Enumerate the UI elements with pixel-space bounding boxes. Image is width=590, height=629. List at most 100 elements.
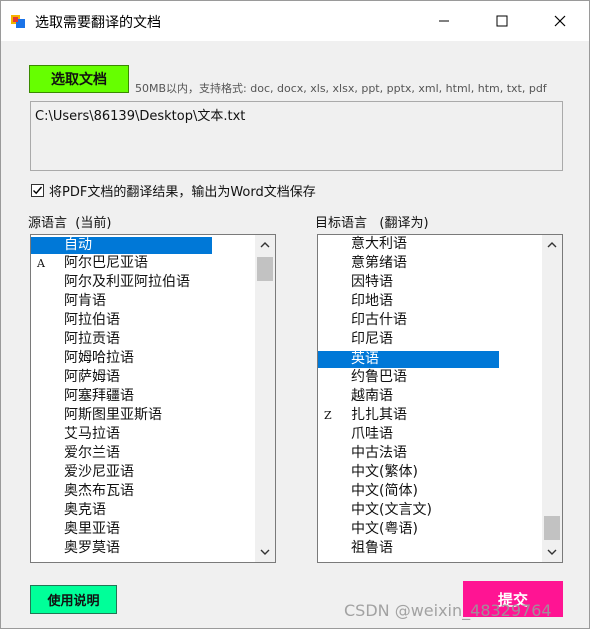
minimize-button[interactable]: [421, 1, 467, 41]
language-list-item[interactable]: 约鲁巴语: [318, 368, 543, 387]
close-icon: [554, 15, 566, 27]
language-list-item[interactable]: 阿肯语: [31, 292, 256, 311]
maximize-icon: [496, 15, 508, 27]
language-list-item[interactable]: 意大利语: [318, 235, 543, 254]
language-name: 中古法语: [351, 445, 407, 461]
language-name: 自动: [31, 237, 212, 254]
source-scroll-down-button[interactable]: [255, 542, 275, 562]
language-name: 阿拉贡语: [64, 331, 120, 347]
language-name: 英语: [318, 351, 499, 368]
language-list-item[interactable]: 奥里亚语: [31, 520, 256, 539]
target-scrollbar[interactable]: [542, 235, 562, 562]
select-document-button[interactable]: 选取文档: [29, 65, 129, 93]
language-name: 奥克语: [64, 502, 106, 518]
language-name: 奥杰布瓦语: [64, 483, 134, 499]
source-scroll-up-button[interactable]: [255, 235, 275, 255]
file-path-box[interactable]: C:\Users\86139\Desktop\文本.txt: [30, 101, 563, 171]
language-name: 阿萨姆语: [64, 369, 120, 385]
language-name: 阿尔巴尼亚语: [64, 255, 148, 271]
window-title: 选取需要翻译的文档: [35, 15, 161, 31]
language-list-item[interactable]: A 阿尔巴尼亚语: [31, 254, 256, 273]
language-list-item[interactable]: 因特语: [318, 273, 543, 292]
language-name: 阿塞拜疆语: [64, 388, 134, 404]
source-scrollbar[interactable]: [255, 235, 275, 562]
language-name: 艾马拉语: [64, 426, 120, 442]
language-list-item[interactable]: 爱沙尼亚语: [31, 463, 256, 482]
language-list-item[interactable]: 印尼语: [318, 330, 543, 349]
language-list-item[interactable]: 中文(繁体): [318, 463, 543, 482]
language-name: 扎扎其语: [351, 407, 407, 423]
language-name: 阿斯图里亚斯语: [64, 407, 162, 423]
language-list-item[interactable]: 爪哇语: [318, 425, 543, 444]
language-name: 爱沙尼亚语: [64, 464, 134, 480]
language-list-item[interactable]: 印古什语: [318, 311, 543, 330]
language-list-item[interactable]: 阿拉贡语: [31, 330, 256, 349]
language-list-item[interactable]: 自动: [31, 235, 256, 254]
pdf-to-word-option[interactable]: 将PDF文档的翻译结果，输出为Word文档保存: [31, 181, 316, 200]
app-window-icon: [11, 13, 27, 29]
language-list-item[interactable]: 阿拉伯语: [31, 311, 256, 330]
language-name: 中文(简体): [351, 483, 418, 499]
language-list-item[interactable]: 中古法语: [318, 444, 543, 463]
source-language-list[interactable]: 自动 A 阿尔巴尼亚语阿尔及利亚阿拉伯语阿肯语 阿拉伯语阿拉贡语阿姆哈拉语 阿萨姆语阿塞…: [30, 234, 276, 563]
maximize-button[interactable]: [479, 1, 525, 41]
language-list-item[interactable]: 阿塞拜疆语: [31, 387, 256, 406]
format-hint: 50MB以内，支持格式: doc, docx, xls, xlsx, ppt, …: [135, 82, 547, 95]
language-list-item[interactable]: 意第绪语: [318, 254, 543, 273]
close-button[interactable]: [537, 1, 583, 41]
file-path-text: C:\Users\86139\Desktop\文本.txt: [35, 109, 246, 124]
language-list-item[interactable]: Z 扎扎其语: [318, 406, 543, 425]
language-list-item[interactable]: 艾马拉语: [31, 425, 256, 444]
target-scroll-up-button[interactable]: [542, 235, 562, 255]
dialog-window: 选取需要翻译的文档 选取文档 50MB以内，支持格式: doc, docx, x…: [0, 0, 590, 629]
language-name: 印地语: [351, 293, 393, 309]
index-letter: A: [37, 257, 45, 270]
language-list-item[interactable]: 阿斯图里亚斯语: [31, 406, 256, 425]
target-scroll-thumb[interactable]: [544, 516, 560, 540]
chevron-down-icon: [547, 549, 557, 555]
language-list-item[interactable]: 奥杰布瓦语: [31, 482, 256, 501]
language-name: 爪哇语: [351, 426, 393, 442]
source-scroll-thumb[interactable]: [257, 257, 273, 281]
language-list-item[interactable]: 中文(文言文): [318, 501, 543, 520]
language-list-item[interactable]: 英语: [318, 349, 543, 368]
language-name: 阿拉伯语: [64, 312, 120, 328]
language-list-item[interactable]: 越南语: [318, 387, 543, 406]
language-name: 印古什语: [351, 312, 407, 328]
language-name: 中文(繁体): [351, 464, 418, 480]
source-language-label: 源语言 (当前): [28, 216, 112, 231]
language-list-item[interactable]: 奥克语: [31, 501, 256, 520]
language-list-item[interactable]: 阿尔及利亚阿拉伯语: [31, 273, 256, 292]
language-name: 奥罗莫语: [64, 540, 120, 556]
language-name: 祖鲁语: [351, 540, 393, 556]
language-list-item[interactable]: 中文(粤语): [318, 520, 543, 539]
language-list-item[interactable]: 中文(简体): [318, 482, 543, 501]
target-language-list[interactable]: 意大利语意第绪语因特语印地语印古什语印尼语英语 约鲁巴语越南语 Z 扎扎其语爪哇语中古…: [317, 234, 563, 563]
target-scroll-down-button[interactable]: [542, 542, 562, 562]
language-list-item[interactable]: 印地语: [318, 292, 543, 311]
target-language-label: 目标语言 (翻译为): [315, 216, 429, 231]
minimize-icon: [439, 20, 449, 22]
language-name: 中文(文言文): [351, 502, 432, 518]
language-list-item[interactable]: 爱尔兰语: [31, 444, 256, 463]
language-name: 印尼语: [351, 331, 393, 347]
watermark: CSDN @weixin_48329764: [344, 601, 552, 620]
language-name: 约鲁巴语: [351, 369, 407, 385]
language-name: 因特语: [351, 274, 393, 290]
language-list-item[interactable]: 祖鲁语: [318, 539, 543, 558]
help-button[interactable]: 使用说明: [30, 585, 117, 614]
language-list-item[interactable]: 阿萨姆语: [31, 368, 256, 387]
pdf-to-word-label: 将PDF文档的翻译结果，输出为Word文档保存: [49, 185, 316, 200]
title-bar[interactable]: 选取需要翻译的文档: [1, 1, 589, 41]
language-name: 爱尔兰语: [64, 445, 120, 461]
language-list-item[interactable]: 奥罗莫语: [31, 539, 256, 558]
language-name: 阿尔及利亚阿拉伯语: [64, 274, 190, 290]
language-name: 中文(粤语): [351, 521, 418, 537]
language-list-item[interactable]: 阿姆哈拉语: [31, 349, 256, 368]
checkmark-icon: [33, 186, 43, 195]
pdf-to-word-checkbox[interactable]: [31, 184, 44, 197]
index-letter: Z: [324, 409, 332, 422]
language-name: 意第绪语: [351, 255, 407, 271]
chevron-up-icon: [547, 242, 557, 248]
language-name: 意大利语: [351, 236, 407, 252]
